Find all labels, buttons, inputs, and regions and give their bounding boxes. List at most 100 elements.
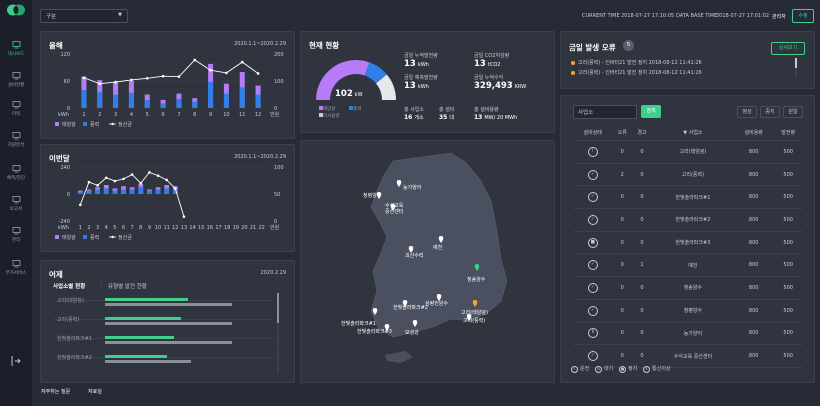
sidebar-item-4[interactable]: 예측/진단 [0, 164, 32, 181]
map-marker-label: 중선센터 [385, 208, 403, 215]
year-xtick: 11 [239, 112, 245, 118]
site-search-input[interactable]: 사업소 [573, 105, 637, 119]
yesterday-row-label: 한빛솔라파크#1 [57, 336, 92, 342]
cell-warn: 0 [632, 299, 652, 323]
logout-icon[interactable] [11, 356, 21, 366]
cell-gen: 500 [773, 299, 803, 323]
stat-label: 금일 누적발전량 [404, 53, 438, 59]
column-header[interactable]: ▼ 사업소 [651, 124, 734, 141]
status-icon: ✓ [587, 192, 598, 203]
month-xtick: 6 [122, 225, 125, 231]
detail-button[interactable]: 상세보기 [771, 42, 805, 55]
sidebar-item-label: 예측/진단 [6, 176, 26, 181]
bar-forecast [105, 341, 233, 344]
sidebar-item-6[interactable]: 관리 [0, 226, 32, 243]
error-item[interactable]: 고리(풍력) - 인버터21 발전 정지 2018-08-12 11:41:26 [578, 69, 702, 76]
status-icon: ■ [587, 237, 598, 248]
current-time-label: CURRENT TIME [582, 13, 620, 19]
year-xtick: 8 [193, 112, 196, 118]
column-header: 발전량 [773, 124, 803, 141]
month-xtick: 15 [198, 225, 204, 231]
column-header: 경고 [632, 124, 652, 141]
error-item[interactable]: 고리(풍력) - 인버터21 발전 정지 2018-08-12 11:41:26 [578, 59, 702, 66]
filter-button-1[interactable]: 중지 [760, 106, 780, 118]
error-scrollbar[interactable] [795, 58, 797, 78]
gauge-value: 102 [335, 89, 353, 99]
month-legend-swatch [55, 235, 59, 239]
year-ytick-left: 60 [64, 79, 70, 85]
scrollbar-thumb[interactable] [277, 293, 279, 323]
error-scrollbar-thumb[interactable] [795, 58, 797, 68]
status-legend-icon: ◷ [595, 366, 602, 373]
edit-button[interactable]: 수정 [792, 9, 814, 23]
summary-unit: MW/ 20 MWh [484, 115, 518, 121]
cell-gen: 500 [773, 163, 803, 187]
year-point [240, 60, 244, 64]
month-x-unit: kWh [58, 225, 69, 231]
sidebar-item-3[interactable]: 지원분석 [0, 131, 32, 148]
cell-gen: 500 [773, 276, 803, 300]
map-marker-label: 청평양수 [363, 192, 382, 199]
status-cell: ✓ [573, 253, 613, 278]
month-xtick: 21 [250, 225, 256, 231]
year-xtick: 5 [146, 112, 149, 118]
summary-value-wrap: 16 개소 [404, 114, 424, 121]
cell-warn: 0 [632, 344, 652, 368]
scrollbar[interactable] [277, 293, 279, 373]
status-legend-icon: ■ [619, 366, 626, 373]
status-cell: ✓ [573, 276, 613, 300]
table-row[interactable]: ✓ 0 0 청평양수 800 500 [573, 299, 803, 323]
table-row[interactable]: ✓ 2 0 고리(풍력) 800 500 [573, 163, 803, 187]
analysis-icon [12, 132, 20, 140]
resources-link[interactable]: 자료실 [88, 388, 102, 395]
month-xtick: 22 [258, 225, 264, 231]
status-icon: ✓ [587, 351, 598, 362]
sidebar-item-0[interactable]: 대시보드 [0, 40, 32, 57]
status-legend-icon: Ⅱ [643, 366, 650, 373]
error-bullet-icon [571, 61, 575, 65]
sidebar-item-label: 보고서 [9, 207, 23, 212]
year-xtick: 12 [255, 112, 261, 118]
summary-value-wrap: 35 대 [439, 114, 454, 121]
year-bar-wind [144, 99, 150, 108]
summary-label: 총 설비용량 [474, 107, 499, 113]
month-point [148, 171, 151, 174]
month-point [104, 176, 108, 180]
year-bar-wind [208, 81, 214, 108]
search-button[interactable]: 검색 [641, 105, 661, 118]
tab-site-status[interactable]: 사업소별 현황 [53, 282, 85, 290]
cell-site: 한빛솔라파크#3 [651, 231, 734, 255]
month-ytick-right: 100 [274, 165, 284, 171]
sidebar-item-1[interactable]: 설비현황 [0, 71, 32, 88]
cell-err: 0 [612, 276, 633, 300]
table-row[interactable]: ✓ 0 0 청송양수 800 500 [573, 276, 803, 300]
cell-gen: 500 [773, 140, 803, 164]
sidebar-item-5[interactable]: 보고서 [0, 195, 32, 212]
month-bar-wind [77, 191, 83, 194]
filter-button-0[interactable]: 정상 [737, 106, 757, 118]
status-cell: ■ [573, 231, 613, 255]
map-marker-label: 한빛솔라파크#3 [357, 328, 392, 335]
table-row[interactable]: ! 0 0 고리(태양광) 800 500 [573, 140, 803, 164]
cell-site: 예천 [651, 253, 734, 278]
table-row[interactable]: Ⅱ 0 0 농가양어 800 500 [573, 322, 803, 346]
summary-value-wrap: 13 MW/ 20 MWh [474, 114, 517, 121]
cell-err: 0 [612, 344, 633, 368]
region-select[interactable]: 구분 ▼ [40, 9, 128, 23]
table-row[interactable]: ■ 0 0 한빛솔라파크#3 800 500 [573, 231, 803, 255]
report-icon [12, 196, 20, 204]
tab-type-status[interactable]: 유형별 발전 현황 [108, 282, 147, 290]
sidebar-item-2[interactable]: 이력 [0, 100, 32, 117]
gauge-unit: kW [354, 92, 363, 98]
sidebar-item-7[interactable]: 부가서비스 [0, 259, 32, 276]
filter-button-2[interactable]: 원일 [783, 106, 803, 118]
cell-err: 0 [612, 208, 633, 232]
table-row[interactable]: ✓ 0 1 예천 800 500 [573, 253, 803, 278]
faq-link[interactable]: 자주하는 질문 [41, 388, 70, 395]
table-row[interactable]: ✓ 0 0 한빛솔라파크#2 800 500 [573, 208, 803, 232]
table-row[interactable]: ✓ 0 0 한빛솔라파크#1 800 500 [573, 185, 803, 210]
month-xtick: 19 [233, 225, 239, 231]
table-row[interactable]: ✓ 0 0 수석교육 중선센터 800 500 [573, 344, 803, 368]
month-panel: 이번달 2020.1.1~2020.2.29 240 0 -240 100 50 0 1 2 3… [40, 144, 295, 252]
status-icon: ! [587, 146, 598, 157]
